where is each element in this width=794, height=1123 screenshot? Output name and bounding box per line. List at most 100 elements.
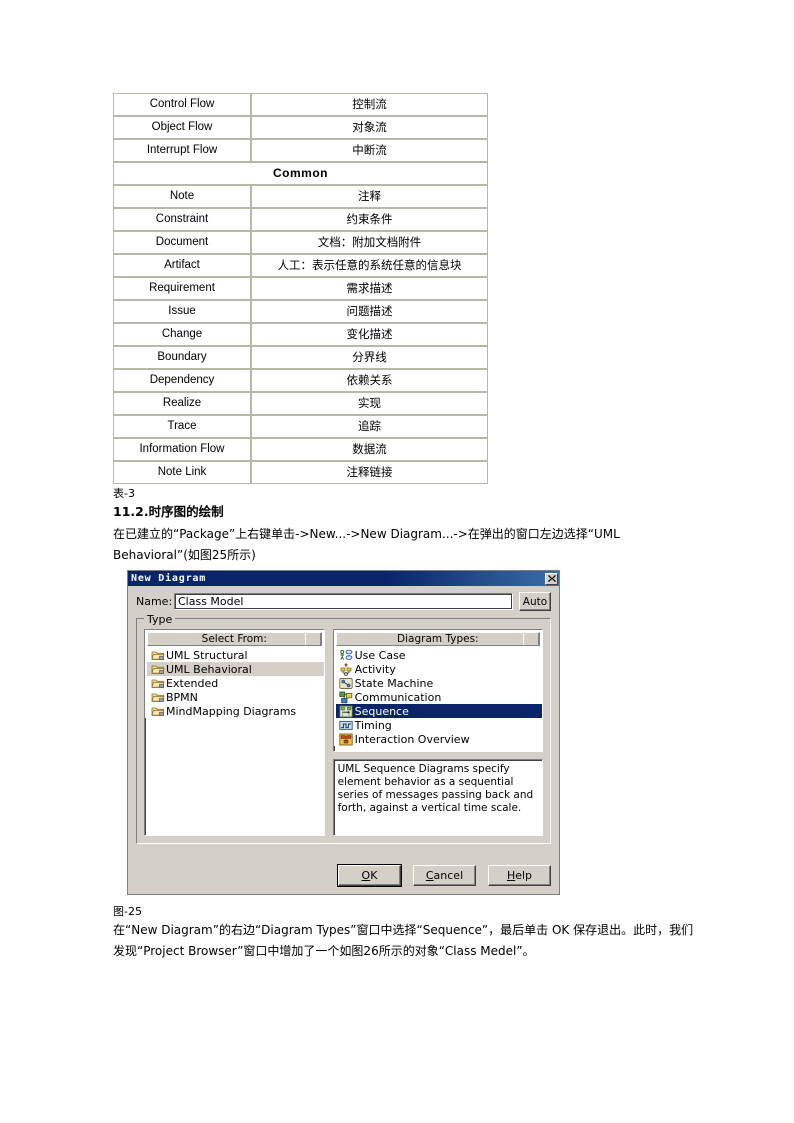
auto-button[interactable]: Auto [519, 592, 551, 611]
diagram-types-header[interactable]: Diagram Types: [335, 632, 540, 646]
table-row: Change 变化描述 [113, 323, 488, 346]
table-cell-element-description: 依赖关系 [251, 369, 488, 392]
table-row: Issue 问题描述 [113, 300, 488, 323]
select-from-item-label: Extended [166, 676, 219, 690]
close-icon[interactable] [545, 572, 558, 585]
dialog-title: New Diagram [131, 573, 207, 584]
page-title: 11.2.时序图的绘制 [113, 504, 224, 519]
select-from-item-uml-behavioral[interactable]: UML Behavioral [147, 662, 324, 676]
name-row: Name: Class Model Auto [136, 592, 551, 611]
table-cell-element-name: Artifact [113, 254, 251, 277]
table-row: Boundary 分界线 [113, 346, 488, 369]
table-cell-element-description: 分界线 [251, 346, 488, 369]
select-from-header-wrap: Select From: [145, 630, 324, 646]
folder-icon [149, 662, 166, 676]
select-from-item-extended[interactable]: Extended [147, 676, 324, 690]
diagram-type-item-communication[interactable]: Communication [336, 690, 542, 704]
table-cell-element-description: 追踪 [251, 415, 488, 438]
table-cell-element-name: Realize [113, 392, 251, 415]
select-from-item-label: BPMN [166, 690, 198, 704]
table-row: Dependency 依赖关系 [113, 369, 488, 392]
table-row: Requirement 需求描述 [113, 277, 488, 300]
dialog-titlebar[interactable]: New Diagram [128, 571, 559, 586]
table-row: Trace 追踪 [113, 415, 488, 438]
table-cell-element-description: 数据流 [251, 438, 488, 461]
interaction-overview-icon [338, 732, 355, 746]
table-cell-element-name: Dependency [113, 369, 251, 392]
diagram-types-header-wrap: Diagram Types: [333, 630, 542, 646]
table-cell-element-description: 问题描述 [251, 300, 488, 323]
type-groupbox: Type Select From: UML Structural UML Beha… [136, 613, 551, 844]
select-from-panel: Select From: UML Structural UML Behaviora… [144, 629, 325, 836]
name-label: Name: [136, 595, 173, 608]
select-from-item-label: MindMapping Diagrams [166, 704, 297, 718]
table-cell-element-name: Control Flow [113, 93, 251, 116]
table-cell-element-description: 对象流 [251, 116, 488, 139]
folder-icon [149, 648, 166, 662]
diagram-types-header-label: Diagram Types: [397, 633, 479, 645]
use-case-icon [338, 648, 355, 662]
select-from-item-mindmapping-diagrams[interactable]: MindMapping Diagrams [147, 704, 324, 718]
table-cell-element-description: 需求描述 [251, 277, 488, 300]
type-panels: Select From: UML Structural UML Behaviora… [144, 629, 543, 836]
table-cell-element-name: Boundary [113, 346, 251, 369]
table-row: Interrupt Flow 中断流 [113, 139, 488, 162]
table-row: Note Link 注释链接 [113, 461, 488, 484]
table-cell-element-name: Issue [113, 300, 251, 323]
new-diagram-dialog: New Diagram Name: Class Model Auto Type [127, 570, 560, 895]
diagram-type-item-sequence[interactable]: Sequence [335, 704, 542, 718]
description-panel: UML Sequence Diagrams specify element be… [332, 759, 543, 836]
select-from-item-uml-structural[interactable]: UML Structural [147, 648, 324, 662]
table-cell-element-description: 注释链接 [251, 461, 488, 484]
table-cell-element-name: Object Flow [113, 116, 251, 139]
select-from-item-label: UML Structural [166, 648, 248, 662]
table-cell-element-name: Note [113, 185, 251, 208]
table-cell-element-name: Note Link [113, 461, 251, 484]
diagram-type-item-interaction-overview[interactable]: Interaction Overview [336, 732, 542, 746]
select-from-header-label: Select From: [201, 633, 267, 645]
diagram-type-item-state-machine[interactable]: State Machine [336, 676, 542, 690]
folder-icon [149, 704, 166, 718]
type-group-label: Type [144, 613, 176, 626]
diagram-types-listbox[interactable]: Diagram Types: Use Case Activity State Mac… [332, 629, 543, 752]
table-cell-element-name: Document [113, 231, 251, 254]
button-mnemonic: H [506, 869, 516, 882]
intro-paragraph: 在已建立的“Package”上右键单击->New...->New Diagram… [113, 527, 620, 562]
help-button[interactable]: Help [488, 865, 551, 886]
table-cell-element-description: 文档：附加文档附件 [251, 231, 488, 254]
communication-icon [338, 690, 355, 704]
table-body: Control Flow 控制流 Object Flow 对象流 Interrupt F… [113, 93, 488, 484]
diagram-type-item-label: Interaction Overview [354, 732, 470, 746]
diagram-type-item-label: Timing [354, 718, 392, 732]
sequence-icon [338, 704, 355, 718]
table-cell-element-name: Constraint [113, 208, 251, 231]
select-from-header[interactable]: Select From: [147, 632, 322, 646]
table-row: Object Flow 对象流 [113, 116, 488, 139]
table-row: Note 注释 [113, 185, 488, 208]
diagram-types-header-stub [523, 633, 539, 645]
diagram-type-item-timing[interactable]: Timing [336, 718, 542, 732]
dialog-button-row: O K Cancel Help [337, 864, 551, 887]
name-input[interactable]: Class Model [174, 593, 513, 610]
table-cell-element-description: 注释 [251, 185, 488, 208]
cancel-button[interactable]: Cancel [413, 865, 476, 886]
diagram-type-item-label: Activity [354, 662, 396, 676]
diagram-type-item-use-case[interactable]: Use Case [336, 648, 542, 662]
closing-paragraph: 在“New Diagram”的右边“Diagram Types”窗口中选择“Se… [113, 923, 694, 958]
uml-elements-table: Control Flow 控制流 Object Flow 对象流 Interrupt F… [113, 93, 488, 484]
table-cell-element-description: 实现 [251, 392, 488, 415]
diagram-type-item-label: Use Case [354, 648, 406, 662]
ok-button[interactable]: OK [337, 864, 402, 887]
button-mnemonic: O [361, 869, 371, 882]
table-cell-element-description: 控制流 [251, 93, 488, 116]
select-from-item-bpmn[interactable]: BPMN [147, 690, 324, 704]
diagram-type-item-activity[interactable]: Activity [336, 662, 542, 676]
table-row: Constraint 约束条件 [113, 208, 488, 231]
timing-icon [338, 718, 355, 732]
select-from-listbox[interactable]: Select From: UML Structural UML Behaviora… [144, 629, 325, 836]
button-mnemonic: C [425, 869, 434, 882]
table-cell-element-description: 约束条件 [251, 208, 488, 231]
diagram-type-item-label: Sequence [354, 704, 409, 718]
select-from-header-stub [304, 633, 321, 645]
diagram-types-panel: Diagram Types: Use Case Activity State Mac… [332, 629, 543, 836]
